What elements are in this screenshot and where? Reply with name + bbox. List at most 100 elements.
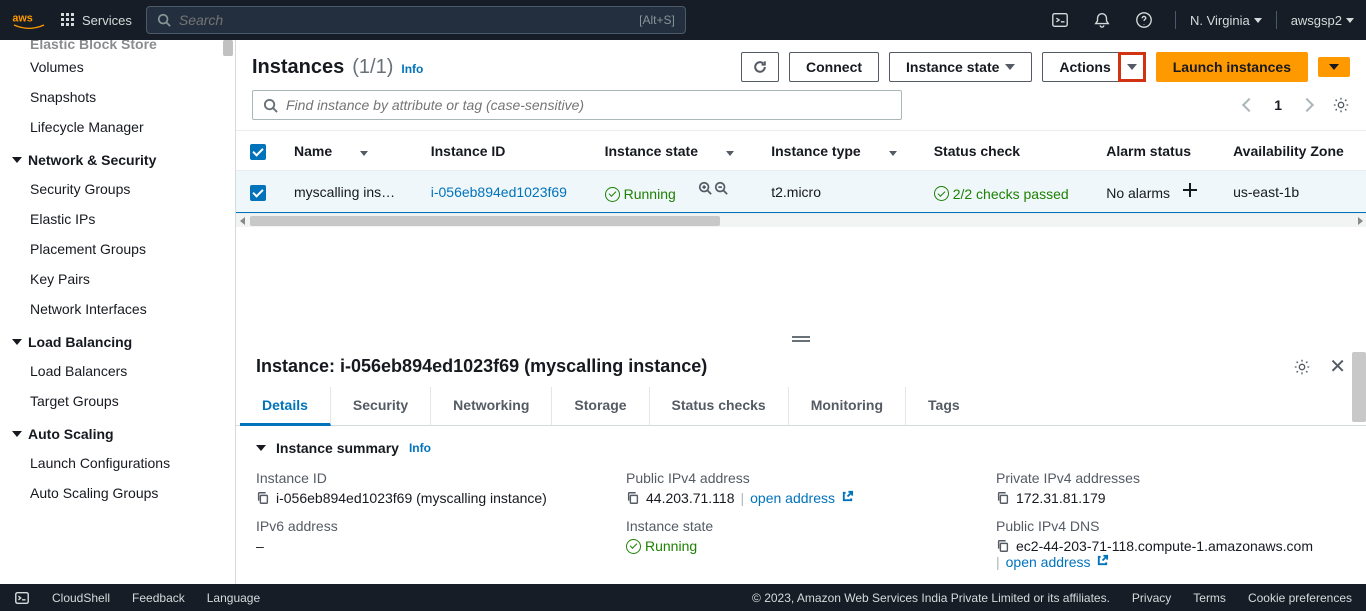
settings-icon[interactable] xyxy=(1332,96,1350,114)
horizontal-scrollbar[interactable] xyxy=(236,213,1366,227)
top-nav: aws Services [Alt+S] N. Virginia awsgsp2 xyxy=(0,0,1366,40)
tab-security[interactable]: Security xyxy=(331,387,431,425)
tab-details[interactable]: Details xyxy=(240,387,331,426)
cloudshell-footer-icon[interactable] xyxy=(14,590,30,606)
filter-input-wrap[interactable] xyxy=(252,90,902,120)
actions-button[interactable]: Actions xyxy=(1042,52,1119,82)
search-bar[interactable]: [Alt+S] xyxy=(146,6,686,34)
field-private-ipv4: Private IPv4 addresses 172.31.81.179 xyxy=(996,466,1346,510)
language-link[interactable]: Language xyxy=(207,591,260,605)
refresh-button[interactable] xyxy=(741,52,779,82)
details-scrollbar[interactable] xyxy=(1352,352,1366,422)
sidebar-item-placement-groups[interactable]: Placement Groups xyxy=(0,234,235,264)
cell-state: Running xyxy=(605,186,676,202)
instance-summary-header[interactable]: Instance summary Info xyxy=(236,426,1366,462)
summary-info-link[interactable]: Info xyxy=(409,441,431,455)
copy-icon[interactable] xyxy=(996,539,1010,553)
details-close-icon[interactable]: ✕ xyxy=(1329,354,1346,379)
summary-grid: Instance ID i-056eb894ed1023f69 (myscall… xyxy=(236,462,1366,584)
sidebar-item-target-groups[interactable]: Target Groups xyxy=(0,386,235,416)
sidebar-group-network-security[interactable]: Network & Security xyxy=(0,142,235,174)
sidebar-item-load-balancers[interactable]: Load Balancers xyxy=(0,356,235,386)
cell-name: myscalling ins… xyxy=(280,171,417,213)
field-public-ipv4: Public IPv4 address 44.203.71.118 | open… xyxy=(626,466,976,510)
sidebar-item-launch-configurations[interactable]: Launch Configurations xyxy=(0,448,235,478)
page-count: (1/1) xyxy=(352,56,393,79)
col-availability-zone[interactable]: Availability Zone xyxy=(1219,131,1366,171)
footer: CloudShell Feedback Language © 2023, Ama… xyxy=(0,584,1366,611)
col-instance-type[interactable]: Instance type xyxy=(757,131,919,171)
help-icon[interactable] xyxy=(1135,11,1153,29)
sidebar-item-snapshots[interactable]: Snapshots xyxy=(0,82,235,112)
actions-caret-highlighted[interactable] xyxy=(1118,52,1146,82)
launch-instances-button[interactable]: Launch instances xyxy=(1156,52,1308,82)
add-alarm-icon[interactable] xyxy=(1182,182,1198,198)
svg-text:aws: aws xyxy=(12,13,32,25)
col-name[interactable]: Name xyxy=(280,131,417,171)
search-input[interactable] xyxy=(179,12,639,28)
filter-input[interactable] xyxy=(286,97,891,113)
state-zoom-icons[interactable] xyxy=(698,181,728,195)
sidebar-item-network-interfaces[interactable]: Network Interfaces xyxy=(0,294,235,324)
sidebar-group-auto-scaling[interactable]: Auto Scaling xyxy=(0,416,235,448)
cookie-preferences-link[interactable]: Cookie preferences xyxy=(1248,591,1352,605)
page-info-link[interactable]: Info xyxy=(401,62,423,76)
aws-logo[interactable]: aws xyxy=(12,10,46,30)
row-checkbox[interactable] xyxy=(250,185,266,201)
select-all-checkbox[interactable] xyxy=(250,144,266,160)
col-instance-id[interactable]: Instance ID xyxy=(417,131,591,171)
cloudshell-icon[interactable] xyxy=(1051,11,1069,29)
tab-status-checks[interactable]: Status checks xyxy=(650,387,789,425)
sidebar-group-ebs-truncated[interactable]: Elastic Block Store xyxy=(0,40,235,52)
pager-prev[interactable] xyxy=(1242,98,1256,112)
tab-monitoring[interactable]: Monitoring xyxy=(789,387,906,425)
tab-storage[interactable]: Storage xyxy=(552,387,649,425)
connect-button[interactable]: Connect xyxy=(789,52,879,82)
details-resize-handle[interactable] xyxy=(236,334,1366,348)
cell-status-check: 2/2 checks passed xyxy=(934,186,1069,202)
page-title: Instances xyxy=(252,56,344,79)
cell-instance-id[interactable]: i-056eb894ed1023f69 xyxy=(431,184,567,200)
pager-next[interactable] xyxy=(1300,98,1314,112)
region-selector[interactable]: N. Virginia xyxy=(1190,13,1262,28)
launch-instances-caret[interactable] xyxy=(1318,57,1350,77)
tab-tags[interactable]: Tags xyxy=(906,387,982,425)
field-instance-state: Instance state Running xyxy=(626,514,976,574)
field-public-dns: Public IPv4 DNS ec2-44-203-71-118.comput… xyxy=(996,514,1346,574)
terms-link[interactable]: Terms xyxy=(1193,591,1226,605)
sidebar-item-volumes[interactable]: Volumes xyxy=(0,52,235,82)
open-address-link-dns[interactable]: open address xyxy=(1006,554,1110,570)
sidebar-item-auto-scaling-groups[interactable]: Auto Scaling Groups xyxy=(0,478,235,508)
sidebar-group-load-balancing[interactable]: Load Balancing xyxy=(0,324,235,356)
cell-az: us-east-1b xyxy=(1219,171,1366,213)
account-selector[interactable]: awsgsp2 xyxy=(1291,13,1354,28)
privacy-link[interactable]: Privacy xyxy=(1132,591,1171,605)
details-settings-icon[interactable] xyxy=(1293,358,1311,376)
field-instance-id: Instance ID i-056eb894ed1023f69 (myscall… xyxy=(256,466,606,510)
page-header: Instances (1/1) Info Connect Instance st… xyxy=(236,40,1366,90)
copy-icon[interactable] xyxy=(996,491,1010,505)
copyright-text: © 2023, Amazon Web Services India Privat… xyxy=(752,591,1110,605)
cloudshell-link[interactable]: CloudShell xyxy=(52,591,110,605)
feedback-link[interactable]: Feedback xyxy=(132,591,185,605)
sidebar-item-elastic-ips[interactable]: Elastic IPs xyxy=(0,204,235,234)
instances-table: Name Instance ID Instance state Instance… xyxy=(236,130,1366,227)
services-button[interactable]: Services xyxy=(54,8,138,32)
col-alarm-status[interactable]: Alarm status xyxy=(1092,131,1219,171)
col-status-check[interactable]: Status check xyxy=(920,131,1093,171)
content: Instances (1/1) Info Connect Instance st… xyxy=(236,40,1366,584)
tab-networking[interactable]: Networking xyxy=(431,387,552,425)
sidebar: Elastic Block Store Volumes Snapshots Li… xyxy=(0,40,236,584)
open-address-link[interactable]: open address xyxy=(750,490,854,506)
instance-state-button[interactable]: Instance state xyxy=(889,52,1032,82)
copy-icon[interactable] xyxy=(626,491,640,505)
sidebar-item-key-pairs[interactable]: Key Pairs xyxy=(0,264,235,294)
copy-icon[interactable] xyxy=(256,491,270,505)
notifications-icon[interactable] xyxy=(1093,11,1111,29)
table-row[interactable]: myscalling ins… i-056eb894ed1023f69 Runn… xyxy=(236,171,1366,213)
details-header: Instance: i-056eb894ed1023f69 (myscallin… xyxy=(236,348,1366,387)
sidebar-item-security-groups[interactable]: Security Groups xyxy=(0,174,235,204)
sidebar-item-lifecycle-manager[interactable]: Lifecycle Manager xyxy=(0,112,235,142)
col-instance-state[interactable]: Instance state xyxy=(591,131,758,171)
cell-alarm: No alarms xyxy=(1106,185,1170,201)
